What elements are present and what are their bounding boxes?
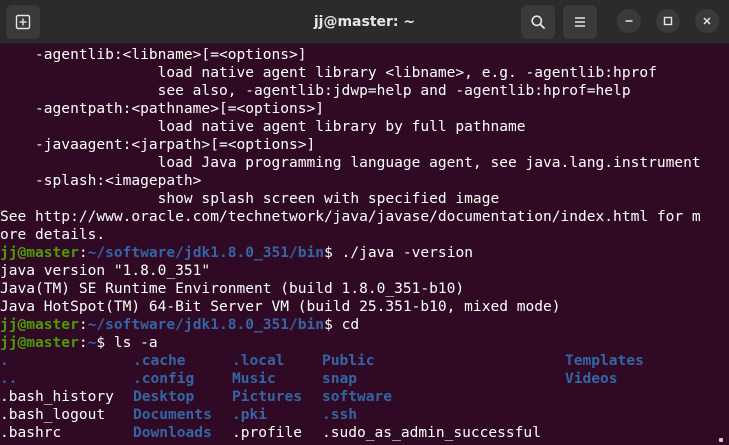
ls-entry-directory: Downloads [133,424,212,441]
ls-entry-file: .bash_history [0,388,114,405]
help-line: See http://www.oracle.com/technetwork/ja… [0,208,701,225]
terminal-output[interactable]: -agentlib:<libname>[=<options>] load nat… [0,44,729,445]
maximize-button[interactable] [656,9,680,33]
prompt-command: ls -a [113,334,158,351]
help-line: show splash screen with specified image [0,190,500,207]
prompt-user: jj@master [0,316,79,333]
ls-entry-directory: snap [322,370,358,387]
search-button[interactable] [521,5,555,39]
ls-entry-directory: Templates [565,352,644,369]
ls-entry-directory: Music [232,370,276,387]
prompt-line: jj@master:~/software/jdk1.8.0_351/bin$ .… [0,244,473,262]
help-line: load native agent library <libname>, e.g… [0,64,657,81]
help-line: -javaagent:<jarpath>[=<options>] [0,136,316,153]
help-line: ore details. [0,226,106,243]
help-line: see also, -agentlib:jdwp=help and -agent… [0,82,631,99]
prompt-separator: : [78,244,88,261]
ls-entry-file: .bash_logout [0,406,106,423]
search-icon [531,15,545,29]
prompt-sign: $ [324,244,342,261]
ls-entry-directory: Pictures [232,388,303,405]
prompt-line: jj@master:~$ ls -a [0,334,158,352]
ls-entry-directory: software [322,388,393,405]
prompt-separator: : [78,316,88,333]
ls-entry-file: .bashrc [0,424,62,441]
ls-entry-file: .profile [232,424,303,441]
prompt-command: ./java -version [341,244,473,261]
prompt-user: jj@master [0,334,79,351]
ls-entry-directory: Documents [133,406,212,423]
minimize-icon [625,20,633,22]
prompt-sign: $ [324,316,342,333]
prompt-sign: $ [96,334,114,351]
ls-entry-directory: .config [133,370,195,387]
prompt-path: ~/software/jdk1.8.0_351/bin [87,244,325,261]
output-line: Java HotSpot(TM) 64-Bit Server VM (build… [0,298,561,315]
prompt-user: jj@master [0,244,79,261]
prompt-command: cd [341,316,360,333]
ls-entry-directory: .ssh [322,406,358,423]
ls-entry-directory: .pki [232,406,268,423]
new-tab-icon [15,14,31,30]
output-line: java version "1.8.0_351" [0,262,211,279]
help-line: -agentlib:<libname>[=<options>] [0,46,307,63]
maximize-icon [663,16,673,26]
help-line: -splash:<imagepath> [0,172,202,189]
help-line: -agentpath:<pathname>[=<options>] [0,100,325,117]
ls-entry-directory: Videos [565,370,618,387]
ls-entry-directory: .local [232,352,285,369]
menu-button[interactable] [563,5,597,39]
ls-entry-directory: . [0,352,9,369]
ls-entry-directory: .cache [133,352,186,369]
help-line: load native agent library by full pathna… [0,118,526,135]
prompt-line: jj@master:~/software/jdk1.8.0_351/bin$ c… [0,316,359,334]
minimize-button[interactable] [617,9,641,33]
prompt-path: ~/software/jdk1.8.0_351/bin [87,316,325,333]
scrollbar-thumb[interactable] [719,438,723,442]
output-line: Java(TM) SE Runtime Environment (build 1… [0,280,465,297]
prompt-separator: : [78,334,88,351]
help-line: load Java programming language agent, se… [0,154,701,171]
hamburger-menu-icon [575,17,585,27]
ls-entry-directory: Public [322,352,375,369]
close-icon [703,17,711,25]
ls-entry-file: .sudo_as_admin_successful [322,424,541,441]
new-tab-button[interactable] [6,5,40,39]
close-button[interactable] [695,9,719,33]
ls-entry-directory: Desktop [133,388,195,405]
ls-entry-directory: .. [0,370,18,387]
title-bar: jj@master: ~ [0,0,729,44]
terminal-window: jj@master: ~ -agentlib:<libname>[=<optio… [0,0,729,445]
